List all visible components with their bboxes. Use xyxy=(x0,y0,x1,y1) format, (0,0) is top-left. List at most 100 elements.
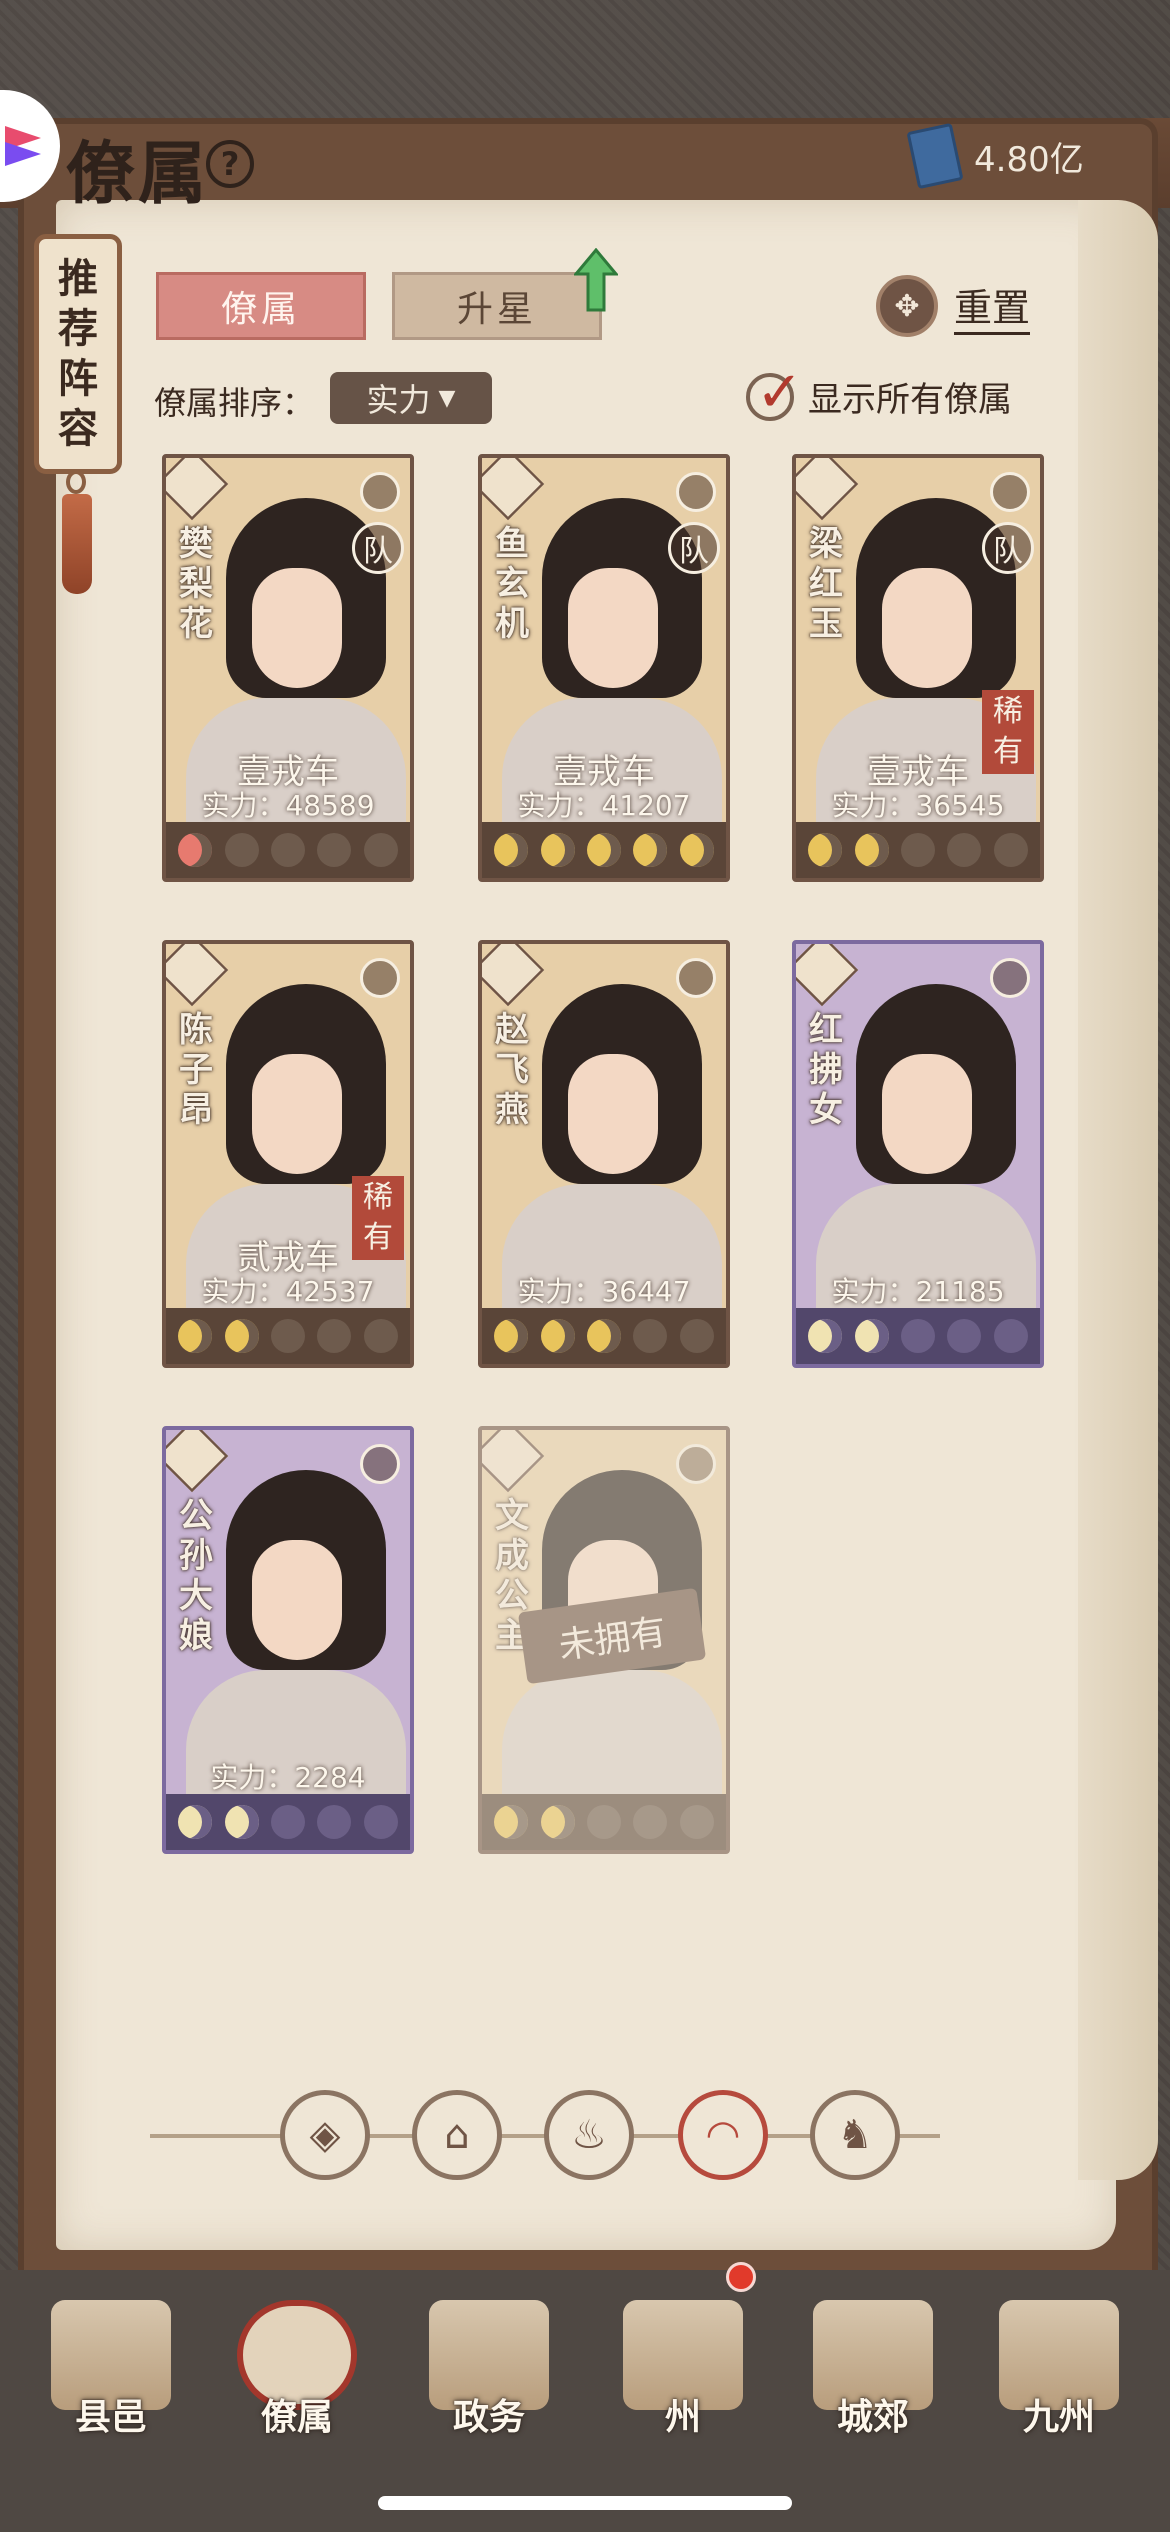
subordinate-name: 鱼玄机 xyxy=(492,524,532,644)
role-icon xyxy=(676,1444,716,1484)
power-value: 实力：42537 xyxy=(201,1275,375,1308)
moon-icon xyxy=(947,1319,982,1353)
moon-icon xyxy=(317,1319,352,1353)
name-char: 樊 xyxy=(179,524,213,564)
tab-star-up[interactable]: 升星 xyxy=(392,272,602,340)
subordinate-name: 樊梨花 xyxy=(176,524,216,644)
subordinate-card[interactable]: 赵飞燕实力：36447 xyxy=(478,940,730,1368)
moon-icon xyxy=(224,1319,259,1353)
sort-label: 僚属排序： xyxy=(154,384,315,422)
moon-icon xyxy=(540,1319,575,1353)
recommended-lineup-bookmark[interactable]: 推 荐 阵 容 xyxy=(34,234,122,474)
moon-icon xyxy=(224,833,259,867)
portrait-face xyxy=(568,1054,658,1174)
moon-icon xyxy=(679,1805,714,1839)
name-char: 公 xyxy=(495,1576,529,1616)
subordinate-card[interactable]: 文成公主未拥有 xyxy=(478,1426,730,1854)
fan-icon[interactable]: ◠ xyxy=(678,2090,768,2180)
moon-icon xyxy=(900,833,935,867)
portrait xyxy=(482,944,726,1324)
name-char: 飞 xyxy=(495,1050,529,1090)
moon-icon xyxy=(586,833,621,867)
sort-value: 实力 xyxy=(366,381,431,419)
moon-icon xyxy=(947,833,982,867)
moon-icon xyxy=(586,1319,621,1353)
book-currency-icon xyxy=(906,122,964,190)
nav-county[interactable]: 县邑 xyxy=(36,2280,186,2440)
up-arrow-icon xyxy=(574,248,618,312)
reset-button[interactable]: ✥ 重置 xyxy=(876,272,1086,340)
name-char: 机 xyxy=(495,604,529,644)
portrait-face xyxy=(252,1540,342,1660)
nav-label: 政务 xyxy=(452,2396,525,2438)
subordinate-card[interactable]: 陈子昂稀有贰戎车 实力：42537 xyxy=(162,940,414,1368)
name-char: 子 xyxy=(179,1050,213,1090)
subordinate-card[interactable]: 公孙大娘实力：2284 xyxy=(162,1426,414,1854)
role-icon xyxy=(360,1444,400,1484)
moon-icon xyxy=(178,1319,213,1353)
portrait-face xyxy=(568,568,658,688)
moon-icon xyxy=(808,833,843,867)
name-char: 赵 xyxy=(495,1010,529,1050)
moon-icon xyxy=(586,1805,621,1839)
moon-icon xyxy=(900,1319,935,1353)
power-value: 实力：36545 xyxy=(831,789,1005,822)
vase-icon[interactable]: ♨ xyxy=(544,2090,634,2180)
checkbox[interactable]: ✓ xyxy=(746,364,803,421)
reset-label: 重置 xyxy=(954,277,1031,335)
subordinate-card[interactable]: 梁红玉队稀有壹戎车 实力：36545 xyxy=(792,454,1044,882)
moon-icon xyxy=(540,1805,575,1839)
subordinate-card[interactable]: 鱼玄机队壹戎车 实力：41207 xyxy=(478,454,730,882)
portrait-face xyxy=(252,1054,342,1174)
moon-icon xyxy=(270,1805,305,1839)
name-char: 梨 xyxy=(179,564,213,604)
currency-display[interactable]: 4.80亿 xyxy=(906,122,1132,190)
page-title: 僚属 xyxy=(66,134,211,214)
nav-label: 九州 xyxy=(1022,2396,1095,2438)
moon-icon xyxy=(178,1805,213,1839)
moon-icon xyxy=(679,1319,714,1353)
diamond-icon[interactable]: ◈ xyxy=(280,2090,370,2180)
home-indicator[interactable] xyxy=(378,2496,792,2510)
nav-subordinates[interactable]: 僚属 xyxy=(222,2280,372,2440)
star-moons xyxy=(796,1308,1040,1364)
moon-icon xyxy=(270,1319,305,1353)
name-char: 拂 xyxy=(809,1050,843,1090)
moon-icon xyxy=(633,1319,668,1353)
sort-dropdown[interactable]: 实力 ▼ xyxy=(330,372,492,424)
name-char: 大 xyxy=(179,1576,213,1616)
name-char: 鱼 xyxy=(495,524,529,564)
subordinate-card[interactable]: 红拂女实力：21185 xyxy=(792,940,1044,1368)
hat-icon[interactable]: ⌂ xyxy=(412,2090,502,2180)
nav-outskirts[interactable]: 城郊 xyxy=(798,2280,948,2440)
subordinate-name: 红拂女 xyxy=(806,1010,846,1130)
moon-icon xyxy=(363,1805,398,1839)
role-icon xyxy=(360,472,400,512)
portrait-face xyxy=(882,1054,972,1174)
moon-icon xyxy=(494,833,529,867)
show-all-toggle[interactable]: ✓ 显示所有僚属 xyxy=(746,364,1012,421)
power-value: 实力：36447 xyxy=(517,1275,691,1308)
name-char: 红 xyxy=(809,564,843,604)
nav-affairs[interactable]: 政务 xyxy=(414,2280,564,2440)
power-value: 实力：48589 xyxy=(201,789,375,822)
currency-value: 4.80亿 xyxy=(974,139,1084,180)
name-char: 昂 xyxy=(179,1090,213,1130)
nav-prefecture[interactable]: 州 xyxy=(608,2280,758,2440)
name-char: 玉 xyxy=(809,604,843,644)
rare-char: 稀 xyxy=(993,694,1023,729)
subordinate-name: 陈子昂 xyxy=(176,1010,216,1130)
moon-icon xyxy=(270,833,305,867)
subordinate-card[interactable]: 樊梨花队壹戎车 实力：48589 xyxy=(162,454,414,882)
moon-icon xyxy=(854,833,889,867)
tassel xyxy=(62,494,92,594)
question-icon[interactable]: ? xyxy=(206,140,254,188)
moon-icon xyxy=(993,833,1028,867)
lion-icon[interactable]: ♞ xyxy=(810,2090,900,2180)
nav-nine-provinces[interactable]: 九州 xyxy=(984,2280,1134,2440)
bookmark-char: 容 xyxy=(58,405,98,452)
name-char: 玄 xyxy=(495,564,529,604)
tab-subordinates[interactable]: 僚属 xyxy=(156,272,366,340)
role-icon xyxy=(360,958,400,998)
rare-char: 稀 xyxy=(363,1180,393,1215)
